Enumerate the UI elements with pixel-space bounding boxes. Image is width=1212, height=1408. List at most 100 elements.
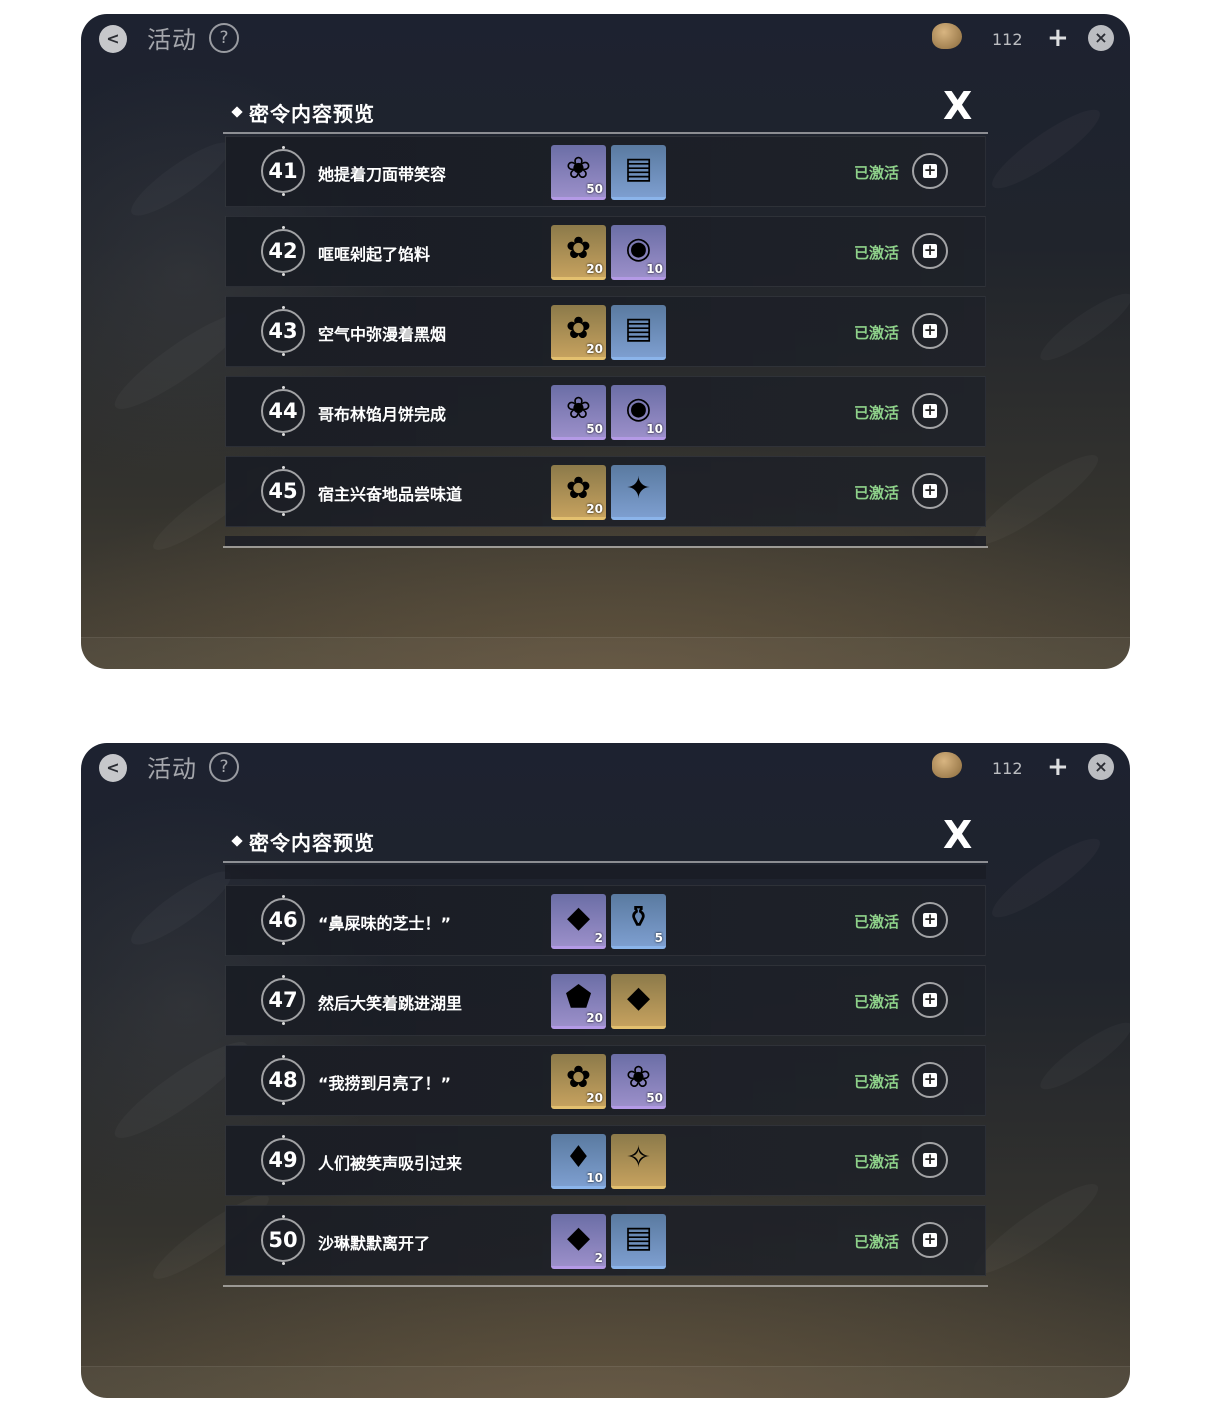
entry-title: 宿主兴奋地品尝味道	[318, 485, 463, 504]
list-row: 48 “我捞到月亮了！” ✿ 20 ❀ 50 已激活	[225, 1045, 986, 1116]
background-leaf	[984, 828, 1108, 927]
detail-plus-icon[interactable]	[912, 1062, 948, 1098]
preview-panel: 密令内容预览X41她提着刀面带笑容❀50▤已激活42哐哐剁起了馅料✿20◉10已…	[223, 84, 988, 548]
status-activated: 已激活	[854, 913, 900, 931]
entry-number: 43	[261, 306, 305, 356]
currency-count: 112	[992, 30, 1023, 49]
top-bar: < 活动? 112 + ×	[81, 743, 1130, 791]
panel-header: 密令内容预览 X	[223, 813, 988, 863]
background-leaf	[1033, 285, 1130, 369]
detail-plus-icon[interactable]	[912, 902, 948, 938]
book-icon: ▤	[624, 151, 653, 186]
detail-plus-icon[interactable]	[912, 393, 948, 429]
detail-plus-icon[interactable]	[912, 313, 948, 349]
entry-title: 然后大笑着跳进湖里	[318, 994, 463, 1013]
item-quantity: 10	[646, 422, 663, 436]
reward-item[interactable]: ⬟ 20	[551, 974, 606, 1029]
item-quantity: 50	[646, 1091, 663, 1105]
list-row: 43 空气中弥漫着黑烟 ✿ 20 ▤ 已激活	[225, 296, 986, 367]
entry-number: 45	[261, 466, 305, 516]
item-quantity: 50	[586, 182, 603, 196]
background-leaf	[123, 861, 239, 954]
status-activated: 已激活	[854, 324, 900, 342]
entry-title: 哥布林馅月饼完成	[318, 405, 447, 424]
reward-item[interactable]: ▤	[611, 305, 666, 360]
panel-title: 密令内容预览	[249, 102, 375, 126]
reward-item[interactable]: ◉ 10	[611, 225, 666, 280]
status-activated: 已激活	[854, 1233, 900, 1251]
background-leaf	[984, 99, 1108, 198]
item-quantity: 50	[586, 422, 603, 436]
status-activated: 已激活	[854, 484, 900, 502]
detail-plus-icon[interactable]	[912, 153, 948, 189]
reward-item[interactable]: ✿ 20	[551, 305, 606, 360]
item-quantity: 20	[586, 502, 603, 516]
preview-panel: 密令内容预览X46“鼻屎味的芝士！”◆2⚱5已激活47然后大笑着跳进湖里⬟20◆…	[223, 813, 988, 1287]
currency-count: 112	[992, 759, 1023, 778]
close-panel-icon[interactable]: X	[943, 86, 972, 126]
add-currency-icon[interactable]: +	[1047, 25, 1069, 51]
activity-title: 活动	[147, 26, 197, 54]
panel-header: 密令内容预览 X	[223, 84, 988, 134]
reward-item[interactable]: ✿ 20	[551, 225, 606, 280]
entry-title: 沙琳默默离开了	[318, 1234, 431, 1253]
gold-puzzle-icon: ◆	[626, 980, 651, 1015]
reward-item[interactable]: ✧	[611, 1134, 666, 1189]
reward-item[interactable]: ◉ 10	[611, 385, 666, 440]
close-panel-icon[interactable]: X	[943, 815, 972, 855]
background-leaf	[1033, 1014, 1130, 1098]
entry-title: 人们被笑声吸引过来	[318, 1154, 463, 1173]
reward-item[interactable]: ◆ 2	[551, 1214, 606, 1269]
list-bottom-divider	[223, 546, 988, 548]
detail-plus-icon[interactable]	[912, 1222, 948, 1258]
item-quantity: 10	[646, 262, 663, 276]
bottom-area	[81, 637, 1130, 669]
reward-item[interactable]: ▤	[611, 145, 666, 200]
back-icon[interactable]: <	[99, 754, 127, 782]
reward-item[interactable]: ❀ 50	[551, 145, 606, 200]
item-quantity: 2	[594, 1251, 603, 1265]
rainbow-feather-icon: ✦	[625, 471, 652, 506]
reward-item[interactable]: ▤	[611, 1214, 666, 1269]
status-activated: 已激活	[854, 404, 900, 422]
entry-title: “鼻屎味的芝士！”	[318, 914, 452, 933]
detail-plus-icon[interactable]	[912, 233, 948, 269]
status-activated: 已激活	[854, 1153, 900, 1171]
reward-item[interactable]: ⚱ 5	[611, 894, 666, 949]
back-icon[interactable]: <	[99, 25, 127, 53]
status-activated: 已激活	[854, 1073, 900, 1091]
detail-plus-icon[interactable]	[912, 1142, 948, 1178]
close-activity-icon[interactable]: ×	[1088, 754, 1114, 780]
status-activated: 已激活	[854, 244, 900, 262]
detail-plus-icon[interactable]	[912, 473, 948, 509]
background-leaf	[123, 132, 239, 225]
entry-number: 48	[261, 1055, 305, 1105]
help-icon[interactable]: ?	[209, 23, 239, 53]
reward-item[interactable]: ◆ 2	[551, 894, 606, 949]
list-row: 46 “鼻屎味的芝士！” ◆ 2 ⚱ 5 已激活	[225, 885, 986, 956]
reward-item[interactable]: ✦	[611, 465, 666, 520]
diamond-bullet-icon	[231, 106, 243, 118]
close-activity-icon[interactable]: ×	[1088, 25, 1114, 51]
reward-item[interactable]: ♦ 10	[551, 1134, 606, 1189]
bottom-area	[81, 1366, 1130, 1398]
item-quantity: 10	[586, 1171, 603, 1185]
background-leaf	[965, 444, 1106, 556]
next-row-peek	[225, 536, 986, 546]
item-quantity: 2	[594, 931, 603, 945]
entry-number: 41	[261, 146, 305, 196]
detail-plus-icon[interactable]	[912, 982, 948, 1018]
panel-title: 密令内容预览	[249, 831, 375, 855]
entry-number: 50	[261, 1215, 305, 1265]
reward-item[interactable]: ❀ 50	[551, 385, 606, 440]
reward-item[interactable]: ◆	[611, 974, 666, 1029]
book-icon: ▤	[624, 311, 653, 346]
diamond-bullet-icon	[231, 835, 243, 847]
list-row: 47 然后大笑着跳进湖里 ⬟ 20 ◆ 已激活	[225, 965, 986, 1036]
help-icon[interactable]: ?	[209, 752, 239, 782]
reward-item[interactable]: ✿ 20	[551, 1054, 606, 1109]
list-row: 50 沙琳默默离开了 ◆ 2 ▤ 已激活	[225, 1205, 986, 1276]
reward-item[interactable]: ✿ 20	[551, 465, 606, 520]
reward-item[interactable]: ❀ 50	[611, 1054, 666, 1109]
add-currency-icon[interactable]: +	[1047, 754, 1069, 780]
